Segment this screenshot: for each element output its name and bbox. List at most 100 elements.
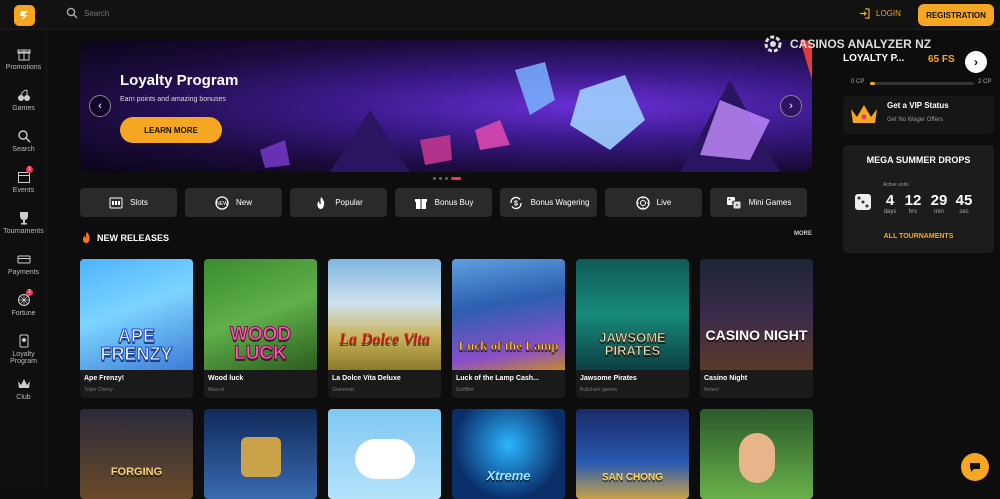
countdown-unit: sec — [959, 209, 969, 215]
search-icon — [17, 130, 30, 143]
loyalty-panel-title: LOYALTY P... — [843, 53, 905, 64]
category-live[interactable]: Live — [605, 188, 702, 217]
category-new[interactable]: NEW New — [185, 188, 282, 217]
game-title: Jawsome Pirates — [580, 375, 637, 382]
hero-prev-button[interactable]: ‹ — [89, 95, 111, 117]
chat-button[interactable] — [961, 453, 989, 481]
crown-icon — [17, 379, 30, 388]
sidebar-item-events[interactable]: 1 Events — [0, 166, 47, 194]
game-card[interactable]: La Dolce Vita La Dolce Vita Deluxe Gamom… — [328, 259, 441, 398]
game-card[interactable]: WOOD LUCK Wood luck Mascot — [204, 259, 317, 398]
game-art — [738, 433, 775, 483]
search-input[interactable]: Search — [84, 9, 109, 18]
carousel-dot[interactable] — [433, 177, 436, 180]
countdown-minutes: 29 min — [927, 192, 951, 215]
loyalty-next-button[interactable]: › — [965, 51, 987, 73]
hero-crystals-art — [260, 40, 812, 172]
hero-next-button[interactable]: › — [780, 95, 802, 117]
sidebar-item-label: Search — [12, 146, 35, 153]
sidebar-item-promotions[interactable]: Promotions — [0, 47, 47, 71]
learn-more-button[interactable]: LEARN MORE — [120, 117, 222, 143]
category-popular[interactable]: Popular — [290, 188, 387, 217]
sidebar-item-loyalty-program[interactable]: Loyalty Program — [0, 334, 47, 365]
new-icon: NEW — [215, 195, 229, 210]
all-tournaments-link[interactable]: ALL TOURNAMENTS — [843, 233, 994, 240]
game-art-logo: CASINO NIGHT — [705, 326, 808, 343]
sidebar-item-fortune[interactable]: 1 Fortune — [0, 289, 47, 317]
category-bonus-wagering[interactable]: $ Bonus Wagering — [500, 188, 597, 217]
more-link[interactable]: MORE — [794, 231, 812, 237]
game-art-logo: Xtreme — [486, 468, 531, 483]
game-card[interactable]: Luck of the Lamp Luck of the Lamp Cash..… — [452, 259, 565, 398]
cp-start: 0 CP — [851, 79, 865, 85]
trophy-icon — [19, 212, 28, 225]
fire-icon — [83, 232, 90, 243]
svg-text:$: $ — [514, 200, 518, 207]
countdown-unit: days — [883, 209, 897, 215]
game-card[interactable]: FORGING — [80, 409, 193, 499]
game-provider: Gamomat — [332, 387, 354, 393]
login-button[interactable]: LOGIN — [859, 8, 901, 19]
category-slots[interactable]: Slots — [80, 188, 177, 217]
game-title: La Dolce Vita Deluxe — [332, 375, 401, 382]
countdown-seconds: 45 sec — [952, 192, 976, 215]
sidebar-item-tournaments[interactable]: Tournaments — [0, 211, 47, 235]
game-thumbnail: CASINO NIGHT — [700, 259, 813, 370]
sidebar-item-club[interactable]: Club — [0, 377, 47, 401]
login-icon — [860, 8, 870, 19]
game-card[interactable] — [328, 409, 441, 499]
category-bar: Slots NEW New Popular Bonus Buy $ Bonus … — [80, 188, 807, 217]
carousel-dots — [433, 177, 461, 180]
game-card[interactable] — [204, 409, 317, 499]
gift-icon — [414, 198, 427, 209]
category-label: New — [235, 198, 252, 207]
sidebar-item-search[interactable]: Search — [0, 129, 47, 153]
hero-banner[interactable]: Loyalty Program Earn points and amazing … — [80, 40, 812, 172]
tournament-card: MEGA SUMMER DROPS Active units 4 days 12 h… — [843, 145, 994, 253]
sidebar-item-label: Events — [12, 187, 35, 194]
carousel-dot[interactable] — [439, 177, 442, 180]
countdown-value: 29 — [930, 192, 948, 209]
dice-icon — [855, 194, 871, 210]
chip-icon — [636, 195, 650, 210]
game-card[interactable] — [700, 409, 813, 499]
sidebar-item-label: Fortune — [11, 310, 36, 317]
sidebar-item-payments[interactable]: Payments — [0, 252, 47, 276]
fire-icon — [317, 196, 325, 209]
game-art-logo: La Dolce Vita — [339, 330, 430, 348]
search-bar[interactable]: Search — [66, 7, 109, 19]
carousel-dot[interactable] — [445, 177, 448, 180]
category-label: Mini Games — [748, 198, 792, 207]
game-provider: Triple Cherry — [84, 387, 113, 393]
sidebar: Promotions Games Search 1 Events Tournam… — [0, 31, 47, 488]
game-provider: iSoftBet — [456, 387, 474, 393]
carousel-dot-active[interactable] — [451, 177, 461, 180]
game-title: Luck of the Lamp Cash... — [456, 375, 539, 382]
game-card[interactable]: APE FRENZY Ape Frenzy! Triple Cherry — [80, 259, 193, 398]
registration-button[interactable]: REGISTRATION — [918, 4, 994, 26]
category-bonus-buy[interactable]: Bonus Buy — [395, 188, 492, 217]
chevron-right-icon: › — [789, 100, 793, 112]
game-provider: Mascot — [208, 387, 225, 393]
game-card[interactable]: SAN CHONG — [576, 409, 689, 499]
game-card[interactable]: JAWSOME PIRATES Jawsome Pirates Bullshar… — [576, 259, 689, 398]
hero-title: Loyalty Program — [120, 72, 239, 89]
watermark-text: CASINOS ANALYZER NZ — [790, 37, 932, 51]
sidebar-item-label: Tournaments — [3, 228, 44, 235]
hero-subtitle: Earn points and amazing bonuses — [120, 96, 226, 103]
game-card[interactable]: Xtreme — [452, 409, 565, 499]
vip-status-card[interactable]: Get a VIP Status Get No Wager Offers — [843, 96, 994, 134]
cp-progress-bar — [870, 82, 974, 85]
fortune-badge: 1 — [26, 289, 33, 296]
game-provider: Netent — [704, 387, 719, 393]
game-card[interactable]: CASINO NIGHT Casino Night Netent — [700, 259, 813, 398]
sidebar-item-label: Games — [12, 105, 35, 112]
category-mini-games[interactable]: Mini Games — [710, 188, 807, 217]
site-logo[interactable] — [14, 5, 35, 26]
countdown-hours: 12 hrs — [901, 192, 925, 215]
crown-icon — [851, 105, 877, 123]
category-label: Bonus Buy — [434, 198, 474, 207]
sidebar-item-games[interactable]: Games — [0, 88, 47, 112]
game-thumbnail: JAWSOME PIRATES — [576, 259, 689, 370]
logo-icon — [20, 11, 28, 20]
